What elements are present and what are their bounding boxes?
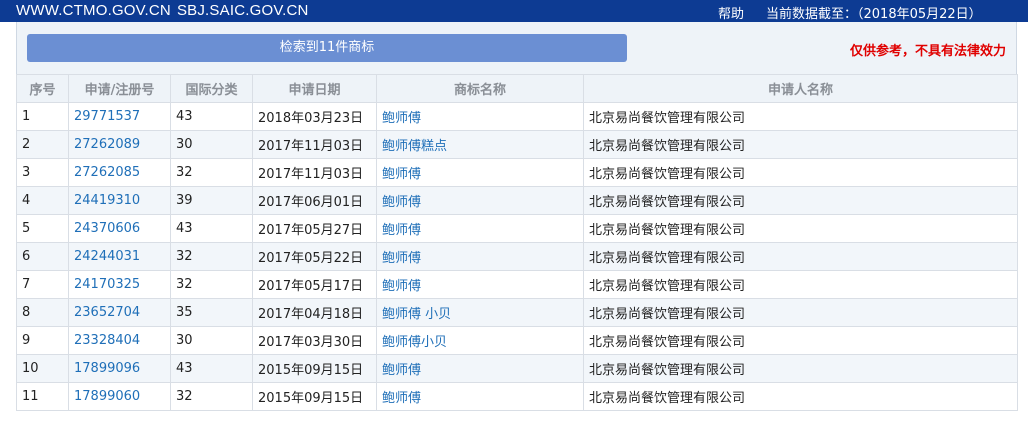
column-header-applicant: 申请人名称 [583, 74, 1018, 103]
trademark-name-link[interactable]: 鲍师傅糕点 [376, 130, 584, 159]
table-row: 8 23652704 35 2017年04月18日 鲍师傅 小贝 北京易尚餐饮管理有限公司 [16, 298, 1018, 327]
class-cell: 30 [170, 130, 253, 159]
applicant-name-cell: 北京易尚餐饮管理有限公司 [583, 242, 1018, 271]
applicant-name-cell: 北京易尚餐饮管理有限公司 [583, 298, 1018, 327]
application-date-cell: 2017年05月17日 [252, 270, 377, 299]
table-row: 11 17899060 32 2015年09月15日 鲍师傅 北京易尚餐饮管理有限公司 [16, 382, 1018, 411]
reg-number-link[interactable]: 24370606 [68, 214, 171, 243]
application-date-cell: 2017年05月27日 [252, 214, 377, 243]
trademark-name-link[interactable]: 鲍师傅 [376, 186, 584, 215]
column-header-date: 申请日期 [252, 74, 377, 103]
reg-number-link[interactable]: 17899096 [68, 354, 171, 383]
class-cell: 39 [170, 186, 253, 215]
row-number-cell: 7 [16, 270, 69, 299]
reg-number-link[interactable]: 27262089 [68, 130, 171, 159]
class-cell: 43 [170, 102, 253, 131]
reg-number-link[interactable]: 24244031 [68, 242, 171, 271]
application-date-cell: 2017年06月01日 [252, 186, 377, 215]
class-cell: 32 [170, 242, 253, 271]
applicant-name-cell: 北京易尚餐饮管理有限公司 [583, 186, 1018, 215]
site-url-ctmo: WWW.CTMO.GOV.CN [16, 2, 171, 19]
applicant-name-cell: 北京易尚餐饮管理有限公司 [583, 214, 1018, 243]
class-cell: 32 [170, 270, 253, 299]
help-link[interactable]: 帮助 [718, 3, 744, 22]
class-cell: 43 [170, 354, 253, 383]
row-number-cell: 10 [16, 354, 69, 383]
table-row: 10 17899096 43 2015年09月15日 鲍师傅 北京易尚餐饮管理有限公司 [16, 354, 1018, 383]
top-header-bar: WWW.CTMO.GOV.CN SBJ.SAIC.GOV.CN 帮助 当前数据截至… [0, 0, 1028, 22]
class-cell: 30 [170, 326, 253, 355]
application-date-cell: 2017年04月18日 [252, 298, 377, 327]
row-number-cell: 8 [16, 298, 69, 327]
applicant-name-cell: 北京易尚餐饮管理有限公司 [583, 158, 1018, 187]
applicant-name-cell: 北京易尚餐饮管理有限公司 [583, 130, 1018, 159]
row-number-cell: 2 [16, 130, 69, 159]
table-row: 2 27262089 30 2017年11月03日 鲍师傅糕点 北京易尚餐饮管理有限公司 [16, 130, 1018, 159]
table-row: 9 23328404 30 2017年03月30日 鲍师傅小贝 北京易尚餐饮管理有限公司 [16, 326, 1018, 355]
row-number-cell: 5 [16, 214, 69, 243]
trademark-name-link[interactable]: 鲍师傅 [376, 354, 584, 383]
column-header-reg-no: 申请/注册号 [68, 74, 171, 103]
application-date-cell: 2015年09月15日 [252, 382, 377, 411]
legal-disclaimer: 仅供参考，不具有法律效力 [849, 44, 1006, 59]
trademark-name-link[interactable]: 鲍师傅小贝 [376, 326, 584, 355]
trademark-name-link[interactable]: 鲍师傅 [376, 242, 584, 271]
trademark-name-link[interactable]: 鲍师傅 [376, 158, 584, 187]
table-row: 6 24244031 32 2017年05月22日 鲍师傅 北京易尚餐饮管理有限公司 [16, 242, 1018, 271]
row-number-cell: 1 [16, 102, 69, 131]
row-number-cell: 4 [16, 186, 69, 215]
table-header-row: 序号 申请/注册号 国际分类 申请日期 商标名称 申请人名称 [16, 74, 1018, 103]
reg-number-link[interactable]: 24419310 [68, 186, 171, 215]
search-result-panel: 检索到11件商标 仅供参考，不具有法律效力 [16, 22, 1017, 74]
reg-number-link[interactable]: 17899060 [68, 382, 171, 411]
applicant-name-cell: 北京易尚餐饮管理有限公司 [583, 270, 1018, 299]
reg-number-link[interactable]: 23328404 [68, 326, 171, 355]
trademark-results-table: 序号 申请/注册号 国际分类 申请日期 商标名称 申请人名称 1 29771537… [16, 74, 1018, 411]
reg-number-link[interactable]: 23652704 [68, 298, 171, 327]
table-row: 7 24170325 32 2017年05月17日 鲍师傅 北京易尚餐饮管理有限公司 [16, 270, 1018, 299]
table-row: 1 29771537 43 2018年03月23日 鲍师傅 北京易尚餐饮管理有限公司 [16, 102, 1018, 131]
application-date-cell: 2015年09月15日 [252, 354, 377, 383]
application-date-cell: 2017年11月03日 [252, 130, 377, 159]
reg-number-link[interactable]: 29771537 [68, 102, 171, 131]
applicant-name-cell: 北京易尚餐饮管理有限公司 [583, 382, 1018, 411]
trademark-name-link[interactable]: 鲍师傅 [376, 102, 584, 131]
site-urls: WWW.CTMO.GOV.CN SBJ.SAIC.GOV.CN [16, 2, 315, 19]
site-url-sbj: SBJ.SAIC.GOV.CN [176, 2, 309, 19]
trademark-name-link[interactable]: 鲍师傅 [376, 382, 584, 411]
class-cell: 32 [170, 382, 253, 411]
table-row: 5 24370606 43 2017年05月27日 鲍师傅 北京易尚餐饮管理有限公司 [16, 214, 1018, 243]
row-number-cell: 11 [16, 382, 69, 411]
trademark-name-link[interactable]: 鲍师傅 [376, 270, 584, 299]
result-count-button[interactable]: 检索到11件商标 [27, 34, 627, 62]
application-date-cell: 2017年03月30日 [252, 326, 377, 355]
class-cell: 43 [170, 214, 253, 243]
row-number-cell: 9 [16, 326, 69, 355]
application-date-cell: 2018年03月23日 [252, 102, 377, 131]
column-header-class: 国际分类 [170, 74, 253, 103]
applicant-name-cell: 北京易尚餐饮管理有限公司 [583, 354, 1018, 383]
trademark-name-link[interactable]: 鲍师傅 小贝 [376, 298, 584, 327]
row-number-cell: 6 [16, 242, 69, 271]
reg-number-link[interactable]: 24170325 [68, 270, 171, 299]
table-row: 3 27262085 32 2017年11月03日 鲍师傅 北京易尚餐饮管理有限公司 [16, 158, 1018, 187]
data-date-notice: 当前数据截至：（2018年05月22日） [766, 7, 982, 22]
applicant-name-cell: 北京易尚餐饮管理有限公司 [583, 326, 1018, 355]
class-cell: 32 [170, 158, 253, 187]
row-number-cell: 3 [16, 158, 69, 187]
table-row: 4 24419310 39 2017年06月01日 鲍师傅 北京易尚餐饮管理有限公司 [16, 186, 1018, 215]
trademark-name-link[interactable]: 鲍师傅 [376, 214, 584, 243]
application-date-cell: 2017年11月03日 [252, 158, 377, 187]
column-header-no: 序号 [16, 74, 69, 103]
applicant-name-cell: 北京易尚餐饮管理有限公司 [583, 102, 1018, 131]
column-header-trademark-name: 商标名称 [376, 74, 584, 103]
reg-number-link[interactable]: 27262085 [68, 158, 171, 187]
class-cell: 35 [170, 298, 253, 327]
application-date-cell: 2017年05月22日 [252, 242, 377, 271]
